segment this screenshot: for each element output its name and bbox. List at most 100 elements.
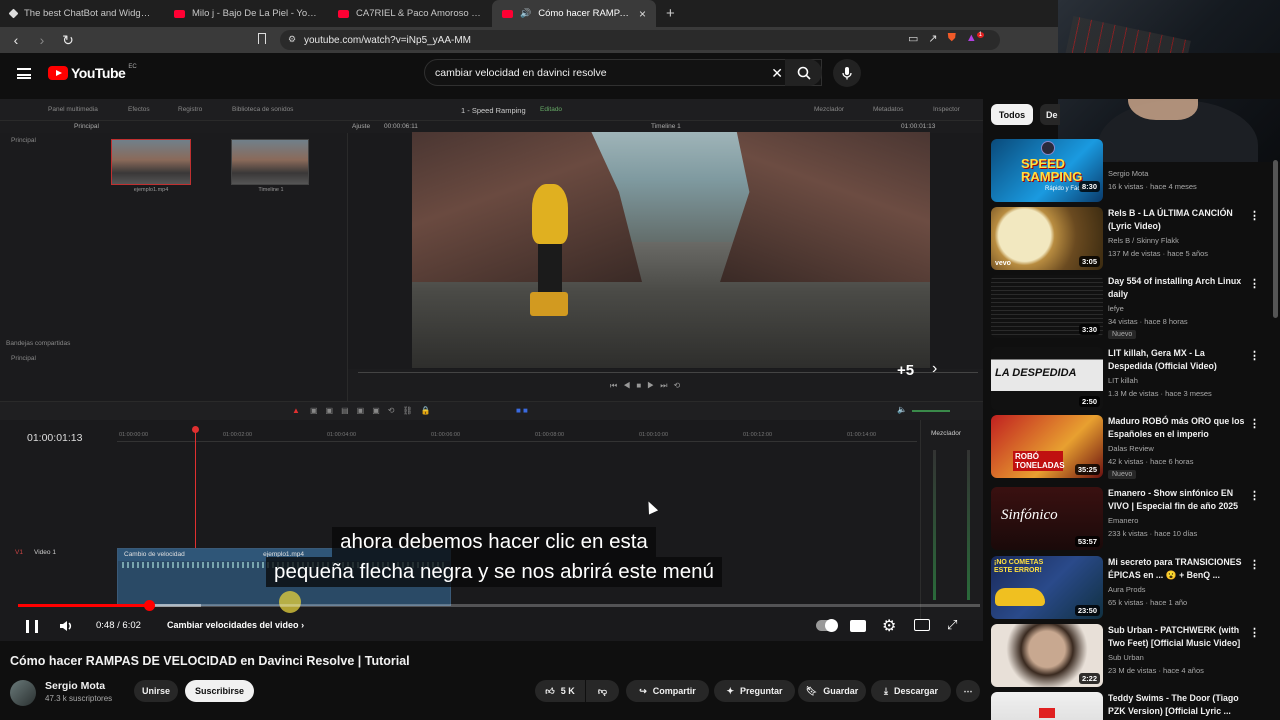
- reload-icon[interactable]: ↻: [58, 32, 78, 49]
- timeline-thumbnail[interactable]: [231, 139, 309, 185]
- close-tab-icon[interactable]: ×: [639, 7, 646, 21]
- recommendation-item[interactable]: SPEED RAMPING Rápido y Fácil 8:30 Sergio…: [991, 139, 1266, 203]
- viewer-scrubber[interactable]: [358, 372, 978, 373]
- clear-search-icon[interactable]: ✕: [771, 65, 783, 82]
- transport-buttons-icon[interactable]: ⏮◀■▶⏭⟲: [610, 381, 686, 391]
- brave-shield-icon[interactable]: ⛊: [948, 32, 956, 45]
- url-field[interactable]: ⚙ youtube.com/watch?v=iNp5_yAA-MM: [280, 30, 1000, 50]
- autoplay-toggle[interactable]: [816, 619, 838, 632]
- dislike-button[interactable]: 👎︎: [586, 680, 619, 702]
- filter-chip-next[interactable]: De: [1040, 104, 1060, 125]
- recommendation-item[interactable]: 3:30 Day 554 of installing Arch Linux da…: [991, 275, 1266, 339]
- recommendation-item[interactable]: Sinfónico 53:57 Emanero - Show sinfónico…: [991, 487, 1266, 551]
- thumbs-up-icon: 👍︎: [545, 685, 555, 696]
- chatbot-favicon-icon: [8, 8, 19, 19]
- browser-tab-active[interactable]: 🔊Cómo hacer RAMPAS DE VEL×: [492, 0, 656, 27]
- media-clip-thumbnail[interactable]: [111, 139, 191, 185]
- like-button[interactable]: 👍︎ 5 K: [535, 680, 585, 702]
- timeline-ruler[interactable]: 01:00:00:00 01:00:02:00 01:00:04:00 01:0…: [117, 428, 917, 442]
- recommendation-item[interactable]: Teddy Swims - The Door (Tiago PZK Versio…: [991, 692, 1266, 720]
- browser-tab-milo[interactable]: Milo j - Bajo De La Piel - YouTube: [164, 0, 328, 27]
- fullscreen-icon[interactable]: ⤢: [947, 617, 957, 633]
- volume-slider[interactable]: [912, 410, 950, 412]
- media-pool: Principal ejemplo1.mp4 Timeline 1 Bandej…: [0, 133, 348, 403]
- more-actions-button[interactable]: ⋯: [956, 680, 980, 702]
- browser-tab-chatbot[interactable]: The best ChatBot and Widgets for Ki: [0, 0, 164, 27]
- bookmark-icon[interactable]: [258, 33, 266, 44]
- new-tab-button[interactable]: +: [656, 5, 685, 22]
- browser-tab-catriel[interactable]: CA7RIEL & Paco Amoroso - MI DIOS: [328, 0, 492, 27]
- share-icon[interactable]: ↗: [928, 32, 937, 45]
- video-thumbnail: ROBÓ TONELADAS 35:25: [991, 415, 1103, 478]
- sparkle-icon: ✦: [726, 685, 735, 696]
- flag-icon[interactable]: ■ ■: [516, 406, 528, 415]
- mixer-meter: [967, 450, 970, 600]
- timeline-tools-icon[interactable]: ▣▣▤▣▣⟲⛓🔒: [310, 406, 439, 415]
- right-cliff-image: [720, 132, 930, 282]
- settings-gear-icon[interactable]: ⚙: [882, 616, 896, 636]
- browser-tab-strip: The best ChatBot and Widgets for Ki Milo…: [0, 0, 1060, 27]
- video-progress-bar[interactable]: [18, 600, 980, 611]
- sidebar-scrollbar[interactable]: [1273, 160, 1278, 318]
- left-cliff-image: [412, 132, 642, 282]
- forward-arrow-icon[interactable]: ›: [32, 32, 52, 48]
- microphone-icon: [842, 67, 852, 80]
- video-thumbnail: LA DESPEDIDA 2:50: [991, 347, 1103, 410]
- subtitles-icon[interactable]: [850, 620, 866, 632]
- more-options-icon[interactable]: ⋮: [1249, 349, 1260, 362]
- resolve-top-bar: Panel multimedia Efectos Registro Biblio…: [0, 99, 983, 121]
- recommendation-item[interactable]: LA DESPEDIDA 2:50 LIT killah, Gera MX - …: [991, 347, 1266, 411]
- ask-button[interactable]: ✦ Preguntar: [714, 680, 795, 702]
- search-input[interactable]: cambiar velocidad en davinci resolve ✕: [424, 59, 822, 86]
- address-bar: ‹ › ↻ ⚙ youtube.com/watch?v=iNp5_yAA-MM …: [0, 27, 1060, 53]
- speaker-icon: 🔊: [520, 8, 532, 18]
- menu-icon[interactable]: [17, 68, 31, 79]
- thumbs-down-icon: 👎︎: [597, 685, 608, 696]
- download-icon: ⤓: [883, 685, 888, 696]
- site-info-icon[interactable]: ⚙: [288, 34, 296, 45]
- share-button[interactable]: ↪ Compartir: [626, 680, 709, 702]
- viewer-transport-controls: ⏮◀■▶⏭⟲: [348, 369, 983, 401]
- more-options-icon[interactable]: ⋮: [1249, 626, 1260, 639]
- rewards-icon[interactable]: ▲ 1: [966, 32, 985, 45]
- more-options-icon[interactable]: ⋮: [1249, 417, 1260, 430]
- yellow-raincoat-child-image: [532, 184, 568, 244]
- mixer-meter: [933, 450, 936, 600]
- recommendation-item[interactable]: ROBÓ TONELADAS 35:25 Maduro ROBÓ más ORO…: [991, 415, 1266, 479]
- subscriber-count: 47.3 k suscriptores: [45, 694, 113, 703]
- save-button[interactable]: 🔖︎ Guardar: [798, 680, 866, 702]
- more-options-icon[interactable]: ⋮: [1249, 558, 1260, 571]
- miniplayer-icon[interactable]: [914, 619, 930, 631]
- subscribe-button[interactable]: Suscribirse: [185, 680, 254, 702]
- more-chapters-count[interactable]: +5: [897, 362, 914, 379]
- filter-chip-all[interactable]: Todos: [991, 104, 1033, 125]
- recommendation-item[interactable]: vevo 3:05 Rels B - LA ÚLTIMA CANCIÓN (Ly…: [991, 207, 1266, 271]
- youtube-logo[interactable]: YouTube EC: [48, 64, 137, 81]
- scrubber-handle[interactable]: [143, 600, 155, 611]
- youtube-favicon-icon: [174, 9, 185, 18]
- volume-button[interactable]: [58, 618, 74, 634]
- join-button[interactable]: Unirse: [134, 680, 178, 702]
- voice-search-button[interactable]: [833, 59, 861, 87]
- recommendation-item[interactable]: 2:22 Sub Urban - PATCHWERK (with Two Fee…: [991, 624, 1266, 688]
- cast-icon[interactable]: ▭: [908, 32, 918, 45]
- chapter-button[interactable]: Cambiar velocidades del video ›: [167, 620, 304, 630]
- recommendation-item[interactable]: ¡NO COMETAS ESTE ERROR! 23:50 Mi secreto…: [991, 556, 1266, 620]
- search-button[interactable]: [785, 59, 822, 86]
- selection-tool-icon[interactable]: ▲: [292, 406, 300, 415]
- more-options-icon[interactable]: ⋮: [1249, 209, 1260, 222]
- download-button[interactable]: ⤓ Descargar: [871, 680, 951, 702]
- pause-button[interactable]: [26, 620, 38, 633]
- davinci-logo-icon: [1041, 141, 1055, 155]
- channel-name[interactable]: Sergio Mota: [45, 680, 105, 692]
- youtube-favicon-icon: [338, 9, 349, 18]
- more-options-icon[interactable]: ⋮: [1249, 277, 1260, 290]
- back-arrow-icon[interactable]: ‹: [6, 32, 26, 48]
- more-options-icon[interactable]: ⋮: [1249, 489, 1260, 502]
- video-thumbnail: SPEED RAMPING Rápido y Fácil 8:30: [991, 139, 1103, 202]
- volume-icon[interactable]: 🔈: [897, 405, 907, 414]
- channel-avatar[interactable]: [10, 680, 36, 706]
- chevron-right-icon[interactable]: ›: [932, 360, 937, 378]
- volume-icon: [60, 621, 72, 631]
- resolve-viewer: [412, 132, 930, 368]
